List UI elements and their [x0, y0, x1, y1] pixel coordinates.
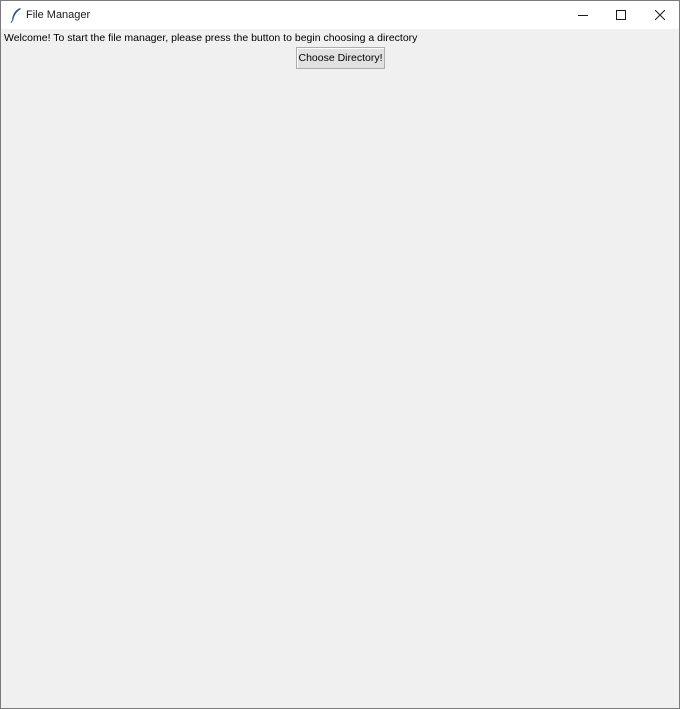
main-content: Welcome! To start the file manager, plea…: [1, 29, 679, 708]
maximize-icon: [616, 10, 626, 20]
app-window: File Manager Welcome! To start the file …: [0, 0, 680, 709]
choose-directory-button[interactable]: Choose Directory!: [296, 47, 385, 69]
window-title: File Manager: [26, 9, 91, 21]
maximize-button[interactable]: [602, 1, 640, 29]
minimize-icon: [578, 10, 588, 20]
close-button[interactable]: [641, 1, 679, 29]
close-icon: [655, 10, 665, 20]
feather-icon: [9, 7, 23, 23]
welcome-label: Welcome! To start the file manager, plea…: [4, 32, 418, 44]
minimize-button[interactable]: [564, 1, 602, 29]
title-bar[interactable]: File Manager: [1, 1, 679, 29]
